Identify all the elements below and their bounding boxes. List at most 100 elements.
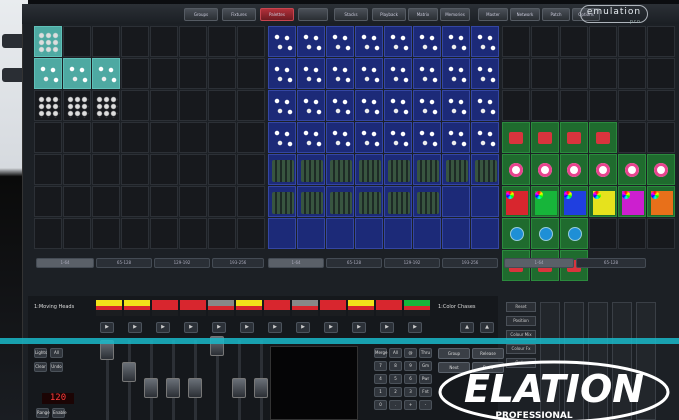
empty-palette[interactable] xyxy=(413,218,441,249)
position-palette[interactable] xyxy=(268,26,296,57)
position-palette[interactable] xyxy=(268,122,296,153)
left-page-3[interactable]: 129-192 xyxy=(154,258,210,268)
empty-slot[interactable] xyxy=(589,218,617,249)
empty-slot[interactable] xyxy=(34,218,62,249)
empty-slot[interactable] xyxy=(63,218,91,249)
network-button[interactable]: Network xyxy=(510,8,540,21)
play-button[interactable]: ▶ xyxy=(128,322,142,333)
position-palette[interactable] xyxy=(442,90,470,121)
executor-header[interactable] xyxy=(96,300,122,316)
gobo-palette[interactable] xyxy=(326,154,354,185)
position-palette[interactable] xyxy=(531,218,559,249)
empty-slot[interactable] xyxy=(179,154,207,185)
matrix-button[interactable]: Matrix xyxy=(408,8,438,21)
empty-slot[interactable] xyxy=(618,26,646,57)
left-page-4[interactable]: 193-256 xyxy=(212,258,264,268)
keypad-key[interactable]: 6 xyxy=(404,374,417,384)
play-button[interactable]: ▶ xyxy=(100,322,114,333)
colour-palette[interactable] xyxy=(589,186,617,217)
play-button[interactable]: ▶ xyxy=(184,322,198,333)
empty-slot[interactable] xyxy=(121,90,149,121)
keypad-key[interactable]: 4 xyxy=(374,374,387,384)
empty-slot[interactable] xyxy=(647,26,675,57)
empty-slot[interactable] xyxy=(618,218,646,249)
position-palette[interactable] xyxy=(471,26,499,57)
position-palette[interactable] xyxy=(326,90,354,121)
position-palette[interactable] xyxy=(384,90,412,121)
play-button[interactable]: ▶ xyxy=(156,322,170,333)
empty-slot[interactable] xyxy=(531,58,559,89)
position-palette[interactable] xyxy=(355,58,383,89)
empty-slot[interactable] xyxy=(179,186,207,217)
empty-slot[interactable] xyxy=(121,186,149,217)
empty-slot[interactable] xyxy=(502,90,530,121)
position-palette[interactable] xyxy=(326,26,354,57)
palettes-button[interactable]: Palettes xyxy=(260,8,294,21)
empty-slot[interactable] xyxy=(208,186,236,217)
empty-slot[interactable] xyxy=(63,122,91,153)
position-palette[interactable] xyxy=(560,218,588,249)
group-palette[interactable] xyxy=(92,90,120,121)
position-palette[interactable] xyxy=(502,218,530,249)
gobo-palette[interactable] xyxy=(413,186,441,217)
empty-slot[interactable] xyxy=(237,58,265,89)
empty-slot[interactable] xyxy=(121,218,149,249)
gobo-palette[interactable] xyxy=(297,154,325,185)
reset-button[interactable]: Reset xyxy=(506,302,536,312)
mid-page-4[interactable]: 193-256 xyxy=(442,258,498,268)
empty-slot[interactable] xyxy=(150,186,178,217)
console-button[interactable]: Range xyxy=(36,408,50,418)
empty-slot[interactable] xyxy=(208,122,236,153)
keypad-key[interactable]: 7 xyxy=(374,361,387,371)
empty-slot[interactable] xyxy=(237,154,265,185)
console-button[interactable]: Undo xyxy=(50,362,63,372)
empty-palette[interactable] xyxy=(326,218,354,249)
empty-slot[interactable] xyxy=(150,154,178,185)
executor-header[interactable] xyxy=(376,300,402,316)
empty-slot[interactable] xyxy=(63,154,91,185)
empty-slot[interactable] xyxy=(92,154,120,185)
empty-slot[interactable] xyxy=(179,58,207,89)
play-button[interactable]: ▶ xyxy=(296,322,310,333)
executor-header[interactable] xyxy=(236,300,262,316)
mid-page-3[interactable]: 129-192 xyxy=(384,258,440,268)
group-palette[interactable] xyxy=(34,90,62,121)
empty-slot[interactable] xyxy=(237,186,265,217)
keypad-key[interactable]: + xyxy=(404,400,417,410)
empty-slot[interactable] xyxy=(647,58,675,89)
group-palette[interactable] xyxy=(34,58,62,89)
empty-slot[interactable] xyxy=(618,122,646,153)
left-page-1[interactable]: 1-64 xyxy=(36,258,94,268)
position-palette[interactable] xyxy=(268,90,296,121)
gobo-palette[interactable] xyxy=(355,186,383,217)
position-palette[interactable] xyxy=(355,122,383,153)
empty-slot[interactable] xyxy=(121,58,149,89)
position-palette[interactable] xyxy=(413,122,441,153)
fader-cap[interactable] xyxy=(188,378,202,398)
colour-palette[interactable] xyxy=(531,186,559,217)
empty-slot[interactable] xyxy=(560,26,588,57)
position-palette[interactable] xyxy=(355,26,383,57)
empty-slot[interactable] xyxy=(63,26,91,57)
empty-slot[interactable] xyxy=(531,90,559,121)
keypad-key[interactable]: 9 xyxy=(404,361,417,371)
gobo-palette[interactable] xyxy=(297,186,325,217)
play-button[interactable]: ▶ xyxy=(380,322,394,333)
right-page-1[interactable]: 1-64 xyxy=(504,258,574,268)
gobo-palette[interactable] xyxy=(413,154,441,185)
empty-palette[interactable] xyxy=(384,218,412,249)
position-palette[interactable] xyxy=(326,122,354,153)
executor-header[interactable] xyxy=(320,300,346,316)
page-up-button[interactable]: ▲ xyxy=(480,322,494,333)
position-palette[interactable] xyxy=(442,122,470,153)
position-button[interactable]: Position xyxy=(506,316,536,326)
colour-palette[interactable] xyxy=(502,186,530,217)
empty-slot[interactable] xyxy=(121,122,149,153)
empty-palette[interactable] xyxy=(442,186,470,217)
gobo-palette[interactable] xyxy=(384,186,412,217)
page-up-button[interactable]: ▲ xyxy=(460,322,474,333)
play-button[interactable]: ▶ xyxy=(240,322,254,333)
keypad-key[interactable]: 8 xyxy=(389,361,402,371)
right-page-2[interactable]: 65-128 xyxy=(576,258,646,268)
empty-slot[interactable] xyxy=(208,58,236,89)
